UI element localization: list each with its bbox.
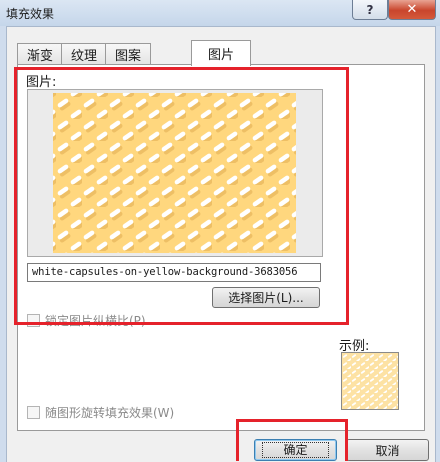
close-button[interactable]: ✕: [388, 0, 436, 20]
tab-label: 图片: [207, 48, 234, 63]
rotate-with-shape-option[interactable]: 随图形旋转填充效果(W): [27, 404, 174, 421]
tab-label: 图案: [114, 48, 141, 64]
rotate-with-shape-checkbox[interactable]: [27, 406, 40, 419]
help-button[interactable]: ?: [352, 0, 388, 20]
rotate-with-shape-label: 随图形旋转填充效果(W): [45, 406, 175, 420]
tab-gradient[interactable]: 渐变: [17, 43, 63, 64]
title-bar: 填充效果 ? ✕: [0, 0, 440, 26]
tab-pattern[interactable]: 图案: [105, 43, 151, 64]
cancel-button[interactable]: 取消: [346, 439, 429, 461]
annotation-box-picture: [14, 67, 349, 325]
tab-texture[interactable]: 纹理: [61, 43, 107, 64]
tab-label: 纹理: [70, 48, 97, 64]
dialog-title: 填充效果: [6, 7, 55, 21]
annotation-box-ok: [236, 419, 348, 461]
sample-picture: [342, 353, 398, 409]
sample-preview: [341, 352, 399, 410]
tab-label: 渐变: [26, 48, 53, 64]
question-icon: ?: [366, 2, 374, 17]
close-icon: ✕: [406, 2, 418, 17]
tab-picture[interactable]: 图片: [191, 40, 251, 66]
